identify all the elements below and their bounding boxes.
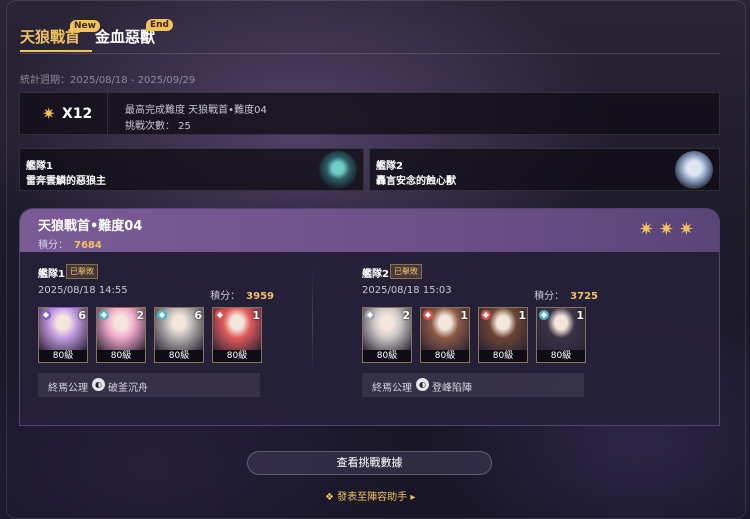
stat-period: 統計週期：2025/08/18 - 2025/09/29 [20, 75, 196, 86]
team-1-boss-name: 雷奔雲鱗的惡狼主 [26, 176, 106, 187]
character-avatar[interactable]: ◆ 2 80級 [362, 307, 412, 363]
character-level: 80級 [363, 350, 411, 362]
path-blessing-bar: 終焉公理 ◐ 登峰陷陣 [362, 373, 584, 397]
character-level: 80級 [155, 350, 203, 362]
team-score-value: 3959 [246, 291, 274, 302]
team-name: 艦隊2 [362, 269, 389, 280]
character-level: 80級 [97, 350, 145, 362]
team-2-boss-name: 轟言安念的蝕心獸 [376, 176, 456, 187]
character-avatar[interactable]: ◆ 6 80級 [154, 307, 204, 363]
cleared-badge: 已擊敗 [66, 264, 98, 279]
record-score-label: 積分： [38, 240, 68, 251]
team-score-value: 3725 [570, 291, 598, 302]
publish-to-lineup-link[interactable]: ❖ 發表至陣容助手 ▸ [325, 488, 415, 503]
path-name: 終焉公理 [48, 383, 88, 394]
element-icon: ◆ [157, 310, 167, 320]
team-score: 積分： 3725 [534, 287, 598, 302]
eidolon-count: 6 [194, 309, 202, 322]
star-total: ✷ X12 [20, 93, 108, 134]
publish-label: 發表至陣容助手 ▸ [337, 492, 416, 503]
character-avatar[interactable]: ◆ 1 80級 [478, 307, 528, 363]
blessing-icon: ◐ [92, 378, 105, 391]
rating-stars-icon: ✷✷✷ [638, 219, 699, 240]
element-icon: ◆ [423, 310, 433, 320]
team-2-label: 艦隊2 [376, 161, 403, 172]
character-avatar[interactable]: ◆ 2 80級 [96, 307, 146, 363]
star-icon: ✷ [42, 104, 56, 123]
team-1-boss-card: 艦隊1 雷奔雲鱗的惡狼主 [19, 148, 364, 191]
record-score: 積分： 7684 [38, 236, 102, 251]
eidolon-count: 1 [576, 309, 584, 322]
boss-beast-icon [675, 151, 713, 189]
clear-date: 2025/08/18 15:03 [362, 285, 452, 296]
character-avatar[interactable]: ◆ 1 80級 [420, 307, 470, 363]
character-list: ◆ 6 80級 ◆ 2 80級 ◆ 6 80級 ◆ 1 80級 [38, 307, 278, 363]
element-icon: ◆ [365, 310, 375, 320]
character-level: 80級 [39, 350, 87, 362]
cleared-badge: 已擊敗 [390, 264, 422, 279]
path-name: 終焉公理 [372, 383, 412, 394]
star-count: X12 [62, 106, 93, 122]
record-title: 天狼戰首•難度04 [38, 219, 143, 234]
character-list: ◆ 2 80級 ◆ 1 80級 ◆ 1 80級 ◆ 1 80級 [362, 307, 602, 363]
blessing-icon: ◐ [416, 378, 429, 391]
team-name: 艦隊1 [38, 269, 65, 280]
clear-date: 2025/08/18 14:55 [38, 285, 128, 296]
eidolon-count: 2 [402, 309, 410, 322]
eidolon-count: 6 [78, 309, 86, 322]
attempt-count: 挑戰次數： 25 [125, 121, 191, 132]
record-header: 天狼戰首•難度04 積分： 7684 ✷✷✷ [20, 209, 719, 252]
boss-wolf-icon [319, 151, 357, 189]
eidolon-count: 2 [136, 309, 144, 322]
team-score-label: 積分： [534, 291, 565, 302]
blessing-name: 破釜沉舟 [108, 383, 148, 394]
character-avatar[interactable]: ◆ 6 80級 [38, 307, 88, 363]
eidolon-count: 1 [460, 309, 468, 322]
element-icon: ◆ [539, 310, 549, 320]
record-score-value: 7684 [74, 240, 102, 251]
tab-bar: 天狼戰首 New 金血惡獸 End [20, 14, 720, 54]
element-icon: ◆ [215, 310, 225, 320]
record-card: 天狼戰首•難度04 積分： 7684 ✷✷✷ 艦隊1 已擊敗 2025/08/18… [19, 208, 720, 426]
character-avatar[interactable]: ◆ 1 80級 [212, 307, 262, 363]
eidolon-count: 1 [252, 309, 260, 322]
team-score-label: 積分： [210, 291, 241, 302]
character-level: 80級 [421, 350, 469, 362]
team-2-boss-card: 艦隊2 轟言安念的蝕心獸 [369, 148, 720, 191]
element-icon: ◆ [99, 310, 109, 320]
path-blessing-bar: 終焉公理 ◐ 破釜沉舟 [38, 373, 260, 397]
end-badge: End [146, 19, 173, 31]
team-divider [312, 267, 313, 377]
character-level: 80級 [213, 350, 261, 362]
active-tab-underline [20, 50, 92, 52]
character-level: 80級 [537, 350, 585, 362]
blessing-name: 登峰陷陣 [432, 383, 472, 394]
team-score: 積分： 3959 [210, 287, 274, 302]
eidolon-count: 1 [518, 309, 526, 322]
lineup-icon: ❖ [325, 492, 338, 503]
highest-difficulty: 最高完成難度 天狼戰首•難度04 [125, 105, 267, 116]
view-challenge-data-button[interactable]: 查看挑戰數據 [247, 451, 492, 475]
summary-panel: ✷ X12 最高完成難度 天狼戰首•難度04 挑戰次數： 25 [19, 92, 720, 135]
element-icon: ◆ [41, 310, 51, 320]
element-icon: ◆ [481, 310, 491, 320]
character-avatar[interactable]: ◆ 1 80級 [536, 307, 586, 363]
team-1-label: 艦隊1 [26, 161, 53, 172]
character-level: 80級 [479, 350, 527, 362]
